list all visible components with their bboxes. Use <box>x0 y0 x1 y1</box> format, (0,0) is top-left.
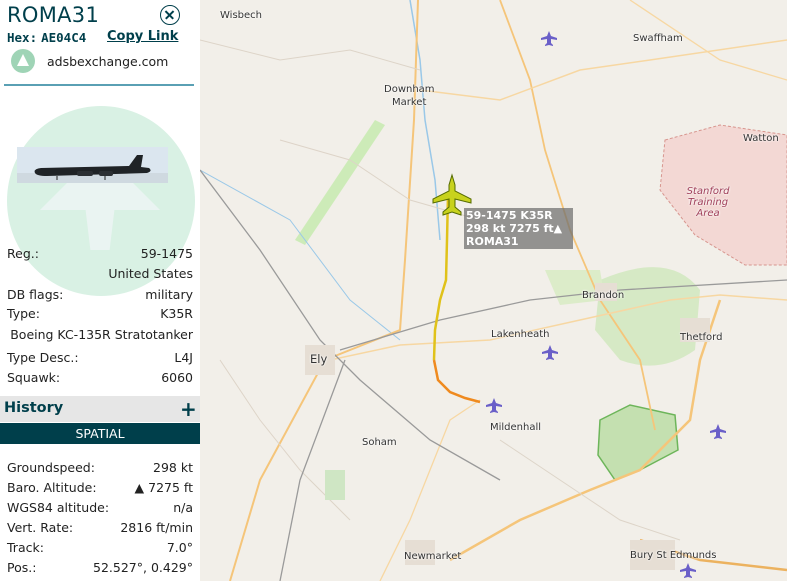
position-label: Pos.: <box>7 560 37 575</box>
hex-label: Hex: <box>7 30 38 45</box>
place-bury-st-edmunds: Bury St Edmunds <box>630 550 717 561</box>
country-value: United States <box>108 266 193 281</box>
place-thetford: Thetford <box>680 332 723 343</box>
reg-value: 59-1475 <box>140 246 193 261</box>
db-flags-label: DB flags: <box>7 287 64 302</box>
place-soham: Soham <box>362 437 397 448</box>
wetland-area <box>325 470 345 500</box>
place-newmarket: Newmarket <box>404 551 462 562</box>
aircraft-label-line3: ROMA31 <box>466 235 519 248</box>
place-downham: Downham <box>384 84 435 95</box>
wgs84-altitude-value: n/a <box>173 500 193 515</box>
copy-link-button[interactable]: Copy Link <box>107 29 178 44</box>
place-wisbech: Wisbech <box>220 10 262 21</box>
map-canvas[interactable] <box>200 0 787 581</box>
groundspeed-value: 298 kt <box>153 460 193 475</box>
type-value: K35R <box>160 306 193 321</box>
aircraft-map-label[interactable]: 59-1475 K35R 298 kt 7275 ft▲ ROMA31 <box>464 208 573 249</box>
baro-altitude-label: Baro. Altitude: <box>7 480 97 495</box>
type-desc-value: L4J <box>174 350 193 365</box>
adsbexchange-logo-icon <box>11 49 35 73</box>
vert-rate-value: 2816 ft/min <box>120 520 193 535</box>
wgs84-altitude-label: WGS84 altitude: <box>7 500 110 515</box>
place-stanford-line2: Training <box>687 197 729 208</box>
history-title: History <box>4 400 64 416</box>
place-brandon: Brandon <box>582 290 625 301</box>
aircraft-info-panel: ROMA31 Hex: AE04C4 Copy Link adsbexchange… <box>0 0 200 581</box>
vert-rate-label: Vert. Rate: <box>7 520 74 535</box>
track-value: 7.0° <box>166 540 193 555</box>
place-stanford: Stanford Training Area <box>686 186 730 219</box>
track-label: Track: <box>7 540 44 555</box>
hex-value: AE04C4 <box>41 30 87 45</box>
close-icon[interactable] <box>160 5 180 25</box>
place-stanford-line1: Stanford <box>686 186 730 197</box>
place-market: Market <box>392 97 427 108</box>
spatial-section-header[interactable]: SPATIAL <box>0 423 200 444</box>
map-view[interactable]: Wisbech Swaffham Downham Market Watton S… <box>200 0 787 581</box>
place-mildenhall: Mildenhall <box>490 422 542 433</box>
divider <box>4 84 194 86</box>
position-value: 52.527°, 0.429° <box>93 560 193 575</box>
db-flags-value: military <box>145 287 193 302</box>
place-stanford-line3: Area <box>696 208 720 219</box>
aircraft-label-line2: 298 kt 7275 ft▲ <box>466 222 563 235</box>
baro-altitude-value: ▲ 7275 ft <box>134 480 193 495</box>
place-swaffham: Swaffham <box>633 33 683 44</box>
place-watton: Watton <box>743 133 779 144</box>
reg-label: Reg.: <box>7 246 39 261</box>
place-lakenheath: Lakenheath <box>491 329 550 340</box>
groundspeed-label: Groundspeed: <box>7 460 95 475</box>
type-full-name: Boeing KC-135R Stratotanker <box>10 327 193 342</box>
aircraft-photo[interactable] <box>17 147 168 183</box>
history-section-header[interactable]: History + <box>0 396 200 422</box>
callsign-title: ROMA31 <box>7 3 100 27</box>
squawk-label: Squawk: <box>7 370 61 385</box>
expand-plus-icon[interactable]: + <box>180 397 197 421</box>
place-ely: Ely <box>310 352 328 366</box>
data-source-link[interactable]: adsbexchange.com <box>47 54 168 69</box>
hex-row: Hex: AE04C4 <box>7 30 86 45</box>
aircraft-label-line1: 59-1475 K35R <box>466 209 553 222</box>
type-desc-label: Type Desc.: <box>7 350 79 365</box>
squawk-value: 6060 <box>161 370 193 385</box>
type-label: Type: <box>7 306 40 321</box>
